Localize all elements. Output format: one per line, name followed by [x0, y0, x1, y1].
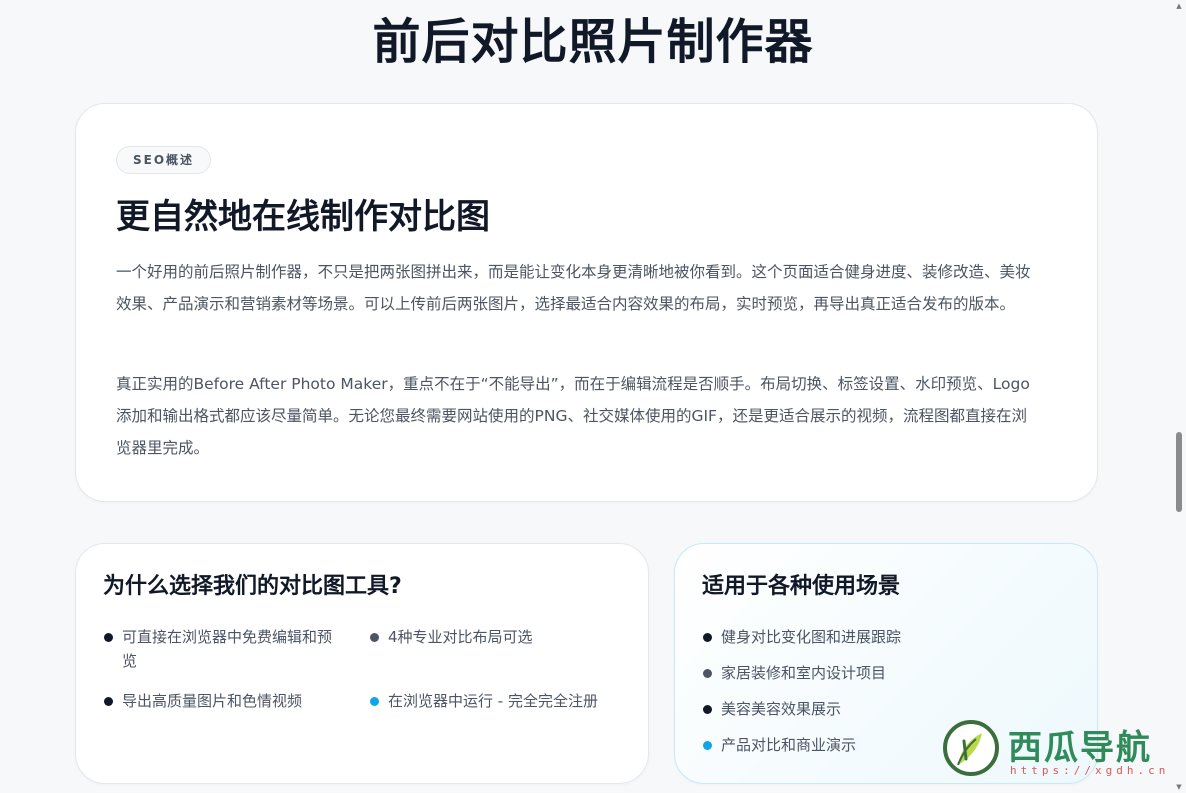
feature-item-label: 可直接在浏览器中免费编辑和预览: [122, 628, 333, 670]
feature-item: 4种专业对比布局可选: [370, 625, 630, 649]
use-case-item-label: 家居装修和室内设计项目: [721, 664, 887, 682]
site-watermark[interactable]: 西瓜导航 https://xgdh.cn: [940, 716, 1180, 788]
watermark-text: 西瓜导航: [1008, 728, 1152, 768]
feature-item-label: 导出高质量图片和色情视频: [122, 692, 303, 710]
use-case-item: 健身对比变化图和进展跟踪: [703, 625, 1073, 649]
scrollbar-thumb[interactable]: [1176, 432, 1182, 512]
feature-item: 可直接在浏览器中免费编辑和预览: [104, 625, 336, 673]
seo-paragraph-1: 一个好用的前后照片制作器，不只是把两张图拼出来，而是能让变化本身更清晰地被你看到…: [116, 263, 1031, 313]
watermark-url: https://xgdh.cn: [1010, 764, 1170, 777]
watermelon-leaf-logo-icon: [943, 720, 999, 776]
bullet-dot-icon: [703, 633, 712, 642]
why-choose-title: 为什么选择我们的对比图工具?: [103, 574, 402, 599]
bullet-dot-icon: [104, 697, 113, 706]
bullet-dot-icon: [703, 669, 712, 678]
seo-heading: 更自然地在线制作对比图: [116, 197, 490, 237]
bullet-dot-icon: [703, 705, 712, 714]
page-scrollbar[interactable]: ▲ ▼: [1174, 0, 1184, 793]
use-case-item-label: 美容美容效果展示: [721, 700, 842, 718]
use-cases-title: 适用于各种使用场景: [702, 574, 901, 599]
feature-item-label: 4种专业对比布局可选: [388, 628, 533, 646]
page-title: 前后对比照片制作器: [372, 14, 814, 70]
bullet-dot-icon: [370, 697, 379, 706]
seo-paragraph-2: 真正实用的Before After Photo Maker，重点不在于“不能导出…: [116, 375, 1030, 457]
use-case-item-label: 产品对比和商业演示: [721, 736, 857, 754]
bullet-dot-icon: [104, 633, 113, 642]
use-case-item: 家居装修和室内设计项目: [703, 661, 1073, 685]
scroll-down-arrow-icon[interactable]: ▼: [1175, 783, 1183, 791]
seo-overview-card: SEO概述 更自然地在线制作对比图 一个好用的前后照片制作器，不只是把两张图拼出…: [75, 103, 1098, 502]
feature-item: 导出高质量图片和色情视频: [104, 689, 354, 713]
use-case-item-label: 健身对比变化图和进展跟踪: [721, 628, 902, 646]
bullet-dot-icon: [370, 633, 379, 642]
feature-item-label: 在浏览器中运行 - 完全完全注册: [388, 692, 598, 710]
feature-item: 在浏览器中运行 - 完全完全注册: [370, 689, 640, 713]
why-choose-card: 为什么选择我们的对比图工具? 可直接在浏览器中免费编辑和预览 4种专业对比布局可…: [75, 543, 649, 784]
bullet-dot-icon: [703, 741, 712, 750]
scroll-up-arrow-icon[interactable]: ▲: [1175, 2, 1183, 10]
seo-badge: SEO概述: [116, 146, 212, 174]
